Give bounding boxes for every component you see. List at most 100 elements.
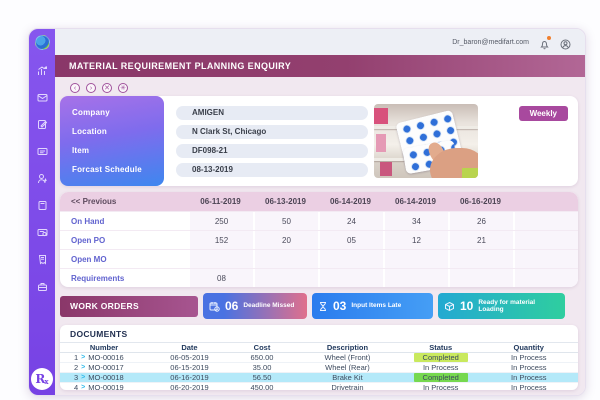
mrp-value-empty: [513, 250, 578, 268]
person-location-icon[interactable]: [36, 172, 48, 184]
sidebar: Rx: [29, 29, 55, 395]
document-row[interactable]: 2 > MO-00017 06-15-2019 35.00 Wheel (Rear)…: [60, 363, 578, 373]
mrp-value: [318, 250, 383, 268]
documents-card: DOCUMENTS Number Date Cost Description S…: [60, 325, 578, 390]
document-row-selected[interactable]: 3 > MO-00018 06-16-2019 56.50 Brake Kit Co…: [60, 373, 578, 383]
company-field[interactable]: AMIGEN: [176, 105, 368, 120]
form-fields: AMIGEN N Clark St, Chicago DF098-21 08-1…: [176, 96, 368, 186]
mrp-value: [448, 269, 513, 287]
next-record-icon[interactable]: ›: [86, 83, 96, 93]
add-record-icon[interactable]: ✳: [118, 83, 128, 93]
documents-header-row: Number Date Cost Description Status Quan…: [60, 343, 578, 353]
mrp-value: [318, 269, 383, 287]
receipt-icon[interactable]: [36, 253, 48, 265]
input-items-late-badge[interactable]: 03 Input Items Late: [312, 293, 433, 319]
mrp-value: 152: [188, 231, 253, 249]
mrp-value-empty: [513, 212, 578, 230]
mrp-table: << Previous 06-11-2019 06-13-2019 06-14-…: [60, 192, 578, 287]
col-cost: Cost: [253, 343, 271, 352]
badge-label: Input Items Late: [351, 302, 402, 310]
mrp-value: [383, 250, 448, 268]
briefcase-icon[interactable]: [36, 280, 48, 292]
note-edit-icon[interactable]: [36, 118, 48, 130]
form-label-panel: Company Location Item Forcast Schedule: [60, 96, 164, 186]
chart-icon[interactable]: [36, 64, 48, 76]
topbar: Dr_baron@medifart.com: [55, 29, 585, 55]
close-record-icon[interactable]: ✕: [102, 83, 112, 93]
badge-label: Deadline Missed: [243, 302, 295, 310]
user-email[interactable]: Dr_baron@medifart.com: [452, 39, 529, 46]
weekly-badge[interactable]: Weekly: [518, 106, 568, 121]
mrp-value: [383, 269, 448, 287]
notification-dot: [547, 35, 551, 40]
notifications-bell-icon[interactable]: [539, 35, 551, 49]
doc-status: In Process: [422, 383, 459, 390]
chevron-right-icon[interactable]: >: [81, 354, 85, 361]
chevron-right-icon[interactable]: >: [81, 384, 85, 390]
doc-number: MO-00017: [88, 363, 124, 372]
col-quantity: Quantity: [513, 343, 544, 352]
mrp-row-requirements: Requirements 08: [60, 268, 578, 287]
calendar-missed-icon: [209, 301, 220, 312]
mrp-value: [253, 250, 318, 268]
medicine-box: [374, 108, 388, 124]
doc-date: 06-20-2019: [170, 383, 209, 390]
company-logo[interactable]: [34, 35, 50, 50]
deadline-missed-badge[interactable]: 06 Deadline Missed: [203, 293, 307, 319]
badge-label: Ready for material Loading: [478, 298, 536, 313]
previous-record-icon[interactable]: ‹: [70, 83, 80, 93]
doc-cost: 35.00: [252, 363, 272, 372]
box-icon: [444, 301, 455, 312]
location-field[interactable]: N Clark St, Chicago: [176, 124, 368, 139]
mrp-value: 24: [318, 212, 383, 230]
mrp-value: 50: [253, 212, 318, 230]
date-header: 06-14-2019: [395, 197, 436, 206]
user-avatar-icon[interactable]: [560, 37, 571, 49]
date-header: 06-11-2019: [200, 197, 241, 206]
mrp-row-open-mo: Open MO: [60, 249, 578, 268]
doc-date: 06-16-2019: [170, 373, 209, 382]
mrp-value: 05: [318, 231, 383, 249]
doc-description: Brake Kit: [332, 373, 363, 382]
date-header: 06-14-2019: [330, 197, 371, 206]
badge-count: 10: [460, 299, 474, 313]
doc-cost: 450.00: [250, 383, 274, 390]
row-index: 3: [74, 373, 79, 382]
doc-date: 06-05-2019: [170, 353, 209, 362]
doc-cost: 650.00: [250, 353, 274, 362]
mail-icon[interactable]: [36, 91, 48, 103]
chevron-right-icon[interactable]: >: [81, 364, 85, 371]
previous-pager[interactable]: << Previous: [60, 197, 188, 206]
row-label: Requirements: [71, 273, 125, 283]
row-index: 2: [74, 363, 79, 372]
mrp-value: 08: [188, 269, 253, 287]
hourglass-icon: [318, 301, 328, 312]
forecast-schedule-field[interactable]: 08-13-2019: [176, 162, 368, 177]
ready-material-loading-badge[interactable]: 10 Ready for material Loading: [438, 293, 565, 319]
item-field[interactable]: DF098-21: [176, 143, 368, 158]
card-icon[interactable]: [36, 145, 48, 157]
mrp-header-row: << Previous 06-11-2019 06-13-2019 06-14-…: [60, 192, 578, 211]
row-label: Open PO: [71, 235, 106, 245]
badge-count: 06: [225, 299, 239, 313]
card-settings-icon[interactable]: [36, 226, 48, 238]
status-badge: Completed: [413, 373, 468, 382]
main-area: Dr_baron@medifart.com MATERIAL REQUIREME…: [55, 29, 585, 395]
doc-status: In Process: [422, 363, 459, 372]
calculator-icon[interactable]: [36, 199, 48, 211]
company-label: Company: [72, 108, 110, 117]
work-orders-bar: WORK ORDERS 06 Deadline Missed 03 Input …: [60, 293, 578, 319]
mrp-value-empty: [513, 269, 578, 287]
medicine-box: [376, 134, 386, 152]
shelf-item: [462, 168, 478, 178]
row-label: On Hand: [71, 216, 105, 226]
mrp-value: 20: [253, 231, 318, 249]
document-row[interactable]: 1 > MO-00016 06-05-2019 650.00 Wheel (Fron…: [60, 353, 578, 363]
chevron-right-icon[interactable]: >: [81, 374, 85, 381]
doc-number: MO-00016: [88, 353, 124, 362]
mrp-value: 34: [383, 212, 448, 230]
document-row[interactable]: 4 > MO-00019 06-20-2019 450.00 Drivetrain …: [60, 383, 578, 390]
mrp-value: 250: [188, 212, 253, 230]
app-logo: Rx: [31, 368, 53, 390]
date-header: 06-13-2019: [265, 197, 306, 206]
